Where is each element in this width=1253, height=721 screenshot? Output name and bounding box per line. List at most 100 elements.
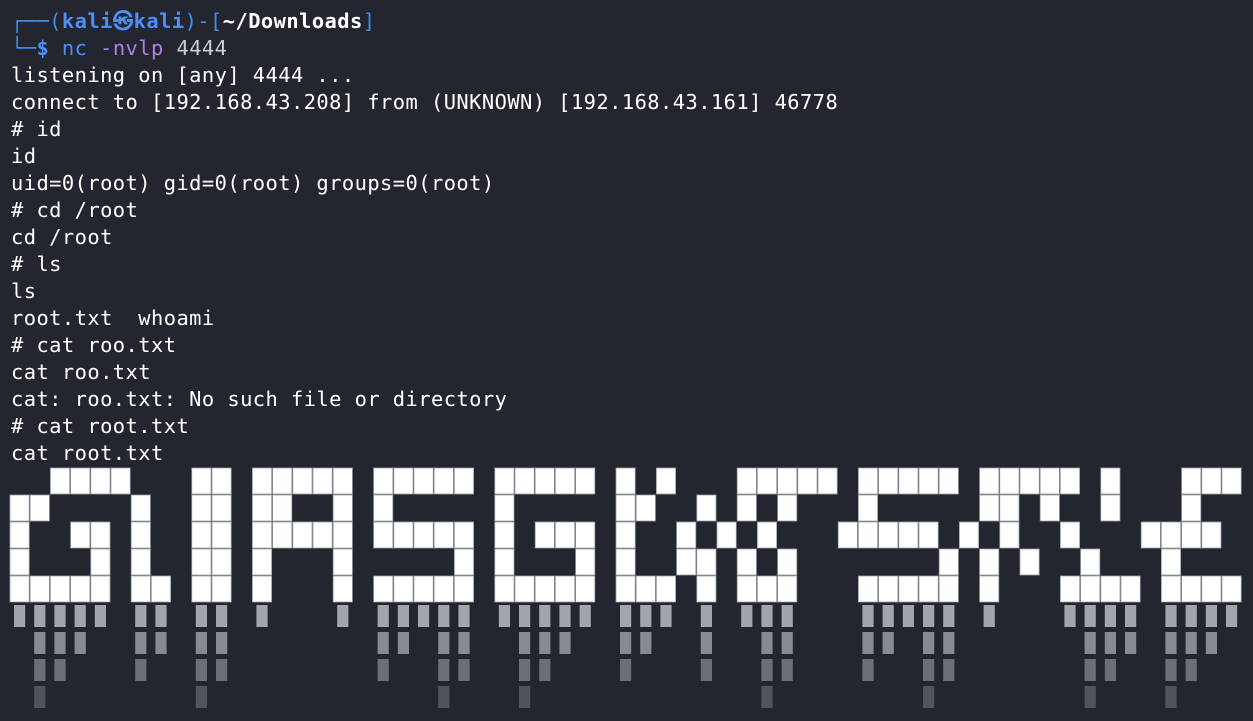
ascii-block <box>757 521 778 549</box>
ascii-block <box>938 548 959 576</box>
ascii-block <box>191 494 212 522</box>
ascii-drip <box>1185 605 1197 627</box>
ascii-drip <box>1205 632 1217 654</box>
ascii-block <box>251 575 272 603</box>
ascii-drip <box>418 605 430 627</box>
prompt-dollar: $ <box>36 36 50 60</box>
ascii-block <box>494 467 515 495</box>
ascii-drip <box>1165 686 1177 708</box>
ascii-block <box>9 548 30 576</box>
ascii-block <box>777 467 798 495</box>
ascii-block <box>999 521 1020 549</box>
output-line: uid=0(root) gid=0(root) groups=0(root) <box>11 171 495 195</box>
ascii-block <box>999 467 1020 495</box>
ascii-block <box>534 467 555 495</box>
ascii-drip <box>761 659 773 681</box>
ascii-block <box>878 575 899 603</box>
ascii-block <box>736 548 757 576</box>
ascii-drip <box>458 605 470 627</box>
ascii-block <box>575 521 596 549</box>
ascii-block <box>1039 467 1060 495</box>
output-line: # cat root.txt <box>11 414 190 438</box>
ascii-block <box>656 575 677 603</box>
ascii-drip <box>438 632 450 654</box>
ascii-drip <box>195 686 207 708</box>
ascii-drip <box>1084 605 1096 627</box>
ascii-drip <box>943 632 955 654</box>
ascii-drip <box>943 659 955 681</box>
ascii-block <box>534 575 555 603</box>
ascii-block <box>393 467 414 495</box>
ascii-block <box>110 467 131 495</box>
output-line: cd /root <box>11 225 113 249</box>
ascii-drip <box>761 632 773 654</box>
ascii-block <box>130 575 151 603</box>
ascii-block <box>453 548 474 576</box>
ascii-drip <box>438 659 450 681</box>
ascii-drip <box>94 605 106 627</box>
ascii-drip <box>660 605 672 627</box>
ascii-drip <box>74 632 86 654</box>
ascii-block <box>575 467 596 495</box>
ascii-block <box>494 494 515 522</box>
ascii-block <box>332 521 353 549</box>
ascii-block <box>191 548 212 576</box>
ascii-block <box>1161 521 1182 549</box>
ascii-block <box>979 494 1000 522</box>
ascii-drip <box>741 605 753 627</box>
ascii-block <box>292 467 313 495</box>
ascii-block <box>191 521 212 549</box>
ascii-drip <box>640 632 652 654</box>
ascii-block <box>211 467 232 495</box>
ascii-drip <box>923 605 935 627</box>
ascii-drip <box>438 686 450 708</box>
ascii-block <box>514 467 535 495</box>
ascii-block <box>494 521 515 549</box>
ascii-block <box>373 494 394 522</box>
ascii-drip <box>579 605 591 627</box>
ascii-block <box>251 494 272 522</box>
ascii-block <box>918 521 939 549</box>
ascii-block <box>635 494 656 522</box>
ascii-drip <box>761 605 773 627</box>
ascii-drip <box>539 605 551 627</box>
ascii-drip <box>397 605 409 627</box>
ascii-block <box>251 548 272 576</box>
ascii-block <box>1120 575 1141 603</box>
ascii-block <box>9 575 30 603</box>
prompt-corner-bottom: └─ <box>11 36 37 60</box>
ascii-block <box>90 521 111 549</box>
ascii-block <box>332 548 353 576</box>
ascii-drip <box>1084 659 1096 681</box>
prompt-path: ~/Downloads <box>222 9 363 33</box>
ascii-drip <box>700 605 712 627</box>
ascii-block <box>938 575 959 603</box>
ascii-block <box>1221 467 1242 495</box>
ascii-block <box>332 494 353 522</box>
ascii-block <box>736 575 757 603</box>
ascii-block <box>837 521 858 549</box>
prompt-host: kali <box>133 9 185 33</box>
terminal-window[interactable]: ┌──(kali㉿kali)-[~/Downloads] └─$ nc -nvl… <box>0 0 1253 721</box>
ascii-drip <box>438 605 450 627</box>
ascii-drip <box>397 632 409 654</box>
ascii-block <box>211 575 232 603</box>
ascii-block <box>494 548 515 576</box>
command-name: nc <box>61 36 88 60</box>
ascii-drip <box>1205 605 1217 627</box>
ascii-block <box>635 575 656 603</box>
ascii-drip <box>781 605 793 627</box>
ascii-drip <box>640 605 652 627</box>
command-option: -nvlp <box>100 36 164 60</box>
ascii-block <box>292 521 313 549</box>
ascii-block <box>1060 467 1081 495</box>
prompt-line-2: └─$ nc -nvlp 4444 <box>11 35 1253 62</box>
ascii-drip <box>1104 605 1116 627</box>
ascii-drip <box>1165 632 1177 654</box>
ascii-block <box>858 494 879 522</box>
ascii-drip <box>34 686 46 708</box>
ascii-drip <box>923 632 935 654</box>
ascii-block <box>413 467 434 495</box>
ascii-drip <box>700 632 712 654</box>
ascii-art-banner <box>9 467 1242 708</box>
